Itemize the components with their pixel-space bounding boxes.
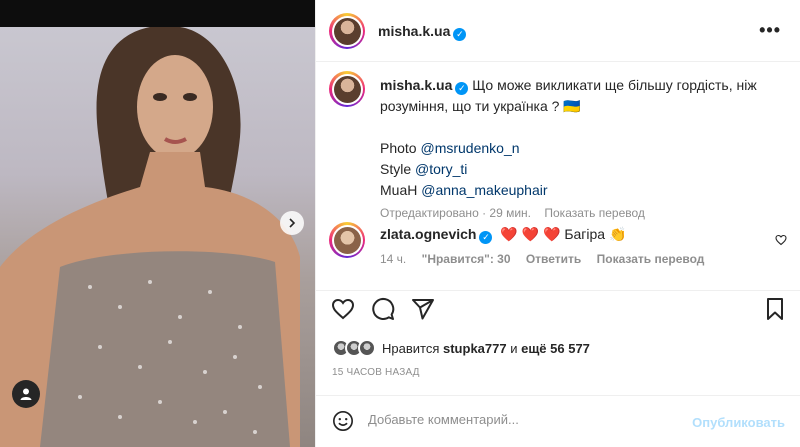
comment-time[interactable]: 14 ч. — [380, 252, 406, 266]
emoji-icon[interactable] — [332, 410, 354, 432]
edited-label: Отредактировано — [380, 206, 479, 220]
comment: zlata.ognevich ✓ ❤️ ❤️ ❤️ Багіра 👏 — [380, 226, 626, 244]
comment-like-heart-icon[interactable] — [775, 234, 787, 246]
likes-summary: Нравится stupka777 и ещё 56 577 — [332, 336, 590, 360]
likes-count[interactable]: ещё 56 577 — [521, 341, 590, 356]
post-photo[interactable] — [0, 27, 315, 447]
paper-plane-icon — [412, 299, 434, 320]
credit-line: Style @tory_ti — [380, 161, 468, 177]
flag-emoji: 🇺🇦 — [563, 98, 581, 114]
comment-likes[interactable]: "Нравится": 30 — [422, 252, 511, 266]
author-name-row: misha.k.ua ✓ — [378, 23, 467, 41]
liker-username[interactable]: stupka777 — [443, 341, 507, 356]
comment-bubble-icon — [372, 298, 395, 320]
chevron-right-icon — [289, 218, 296, 228]
comments-section: misha.k.ua ✓ Що може викликати ще більшу … — [316, 63, 800, 290]
reply-button[interactable]: Ответить — [526, 252, 581, 266]
comment-composer: Опубликовать — [316, 395, 800, 447]
caption: misha.k.ua ✓ Що може викликати ще більшу … — [380, 75, 780, 224]
comment-input[interactable] — [368, 412, 668, 427]
post-dialog: misha.k.ua ✓ ••• misha.k.ua ✓ Що може викл… — [0, 0, 800, 447]
verified-badge-icon: ✓ — [453, 28, 467, 41]
comment-button[interactable] — [369, 295, 397, 323]
post-header: misha.k.ua ✓ ••• — [316, 0, 800, 62]
post-photo-illustration — [0, 27, 300, 447]
translate-link[interactable]: Показать перевод — [544, 206, 645, 220]
comment-author-avatar[interactable] — [329, 222, 365, 258]
caption-author[interactable]: misha.k.ua — [380, 77, 452, 93]
liker-avatar — [358, 339, 376, 357]
post-actions — [316, 291, 800, 331]
caption-author-avatar[interactable] — [329, 71, 365, 107]
tagged-users-button[interactable] — [12, 380, 40, 408]
edited-time[interactable]: 29 мин. — [489, 206, 531, 220]
verified-badge-icon: ✓ — [455, 82, 469, 95]
mention-link[interactable]: @msrudenko_n — [420, 140, 519, 156]
comment-text: ❤️ ❤️ ❤️ Багіра 👏 — [500, 226, 627, 242]
credit-line: Photo @msrudenko_n — [380, 140, 520, 156]
share-button[interactable] — [409, 295, 437, 323]
bookmark-icon — [767, 298, 783, 320]
next-photo-button[interactable] — [280, 211, 304, 235]
author-username[interactable]: misha.k.ua — [378, 23, 450, 39]
publish-button[interactable]: Опубликовать — [692, 415, 785, 430]
mention-link[interactable]: @tory_ti — [415, 161, 467, 177]
verified-badge-icon: ✓ — [479, 231, 493, 244]
post-media — [0, 0, 315, 447]
more-options-button[interactable]: ••• — [759, 20, 781, 41]
comment-translate-link[interactable]: Показать перевод — [597, 252, 705, 266]
comment-author[interactable]: zlata.ognevich — [380, 226, 476, 242]
mention-link[interactable]: @anna_makeuphair — [421, 182, 547, 198]
caption-meta: Отредактировано · 29 мин. Показать перев… — [380, 206, 645, 220]
post-timestamp[interactable]: 15 ЧАСОВ НАЗАД — [332, 367, 420, 378]
likes-prefix: Нравится — [382, 340, 440, 356]
credit-line: MuaH @anna_makeuphair — [380, 182, 548, 198]
post-side-panel: misha.k.ua ✓ ••• misha.k.ua ✓ Що може викл… — [315, 0, 800, 447]
heart-icon — [331, 298, 355, 320]
save-button[interactable] — [761, 295, 789, 323]
user-icon — [20, 388, 32, 400]
author-avatar[interactable] — [329, 13, 365, 49]
comment-meta: 14 ч. "Нравится": 30 Ответить Показать п… — [380, 252, 704, 266]
like-button[interactable] — [329, 295, 357, 323]
